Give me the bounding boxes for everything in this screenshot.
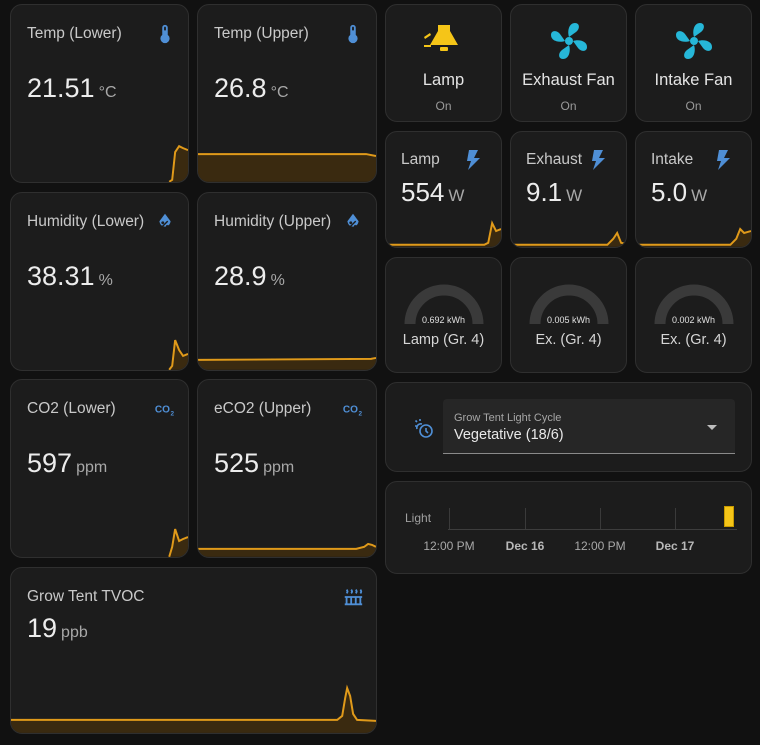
temp-lower-card[interactable]: Temp (Lower) 21.51 °C	[10, 4, 189, 183]
co2-lower-sparkline	[11, 528, 188, 557]
lamp-power-value: 554 W	[401, 177, 465, 207]
humidity-upper-name: Humidity (Upper)	[214, 213, 332, 230]
lamp-tile-state: On	[435, 99, 452, 113]
humidity-lower-card[interactable]: Humidity (Lower) 38.31%	[10, 192, 189, 371]
thermometer-icon	[348, 24, 358, 44]
intake-power-value: 5.0 W	[651, 177, 708, 207]
air-filter-icon	[344, 589, 363, 606]
intake-energy-gauge[interactable]: 0.002 kWh Ex. (Gr. 4)	[635, 257, 752, 373]
intake-fan-tile-name: Intake Fan	[654, 71, 733, 89]
temp-lower-value: 21.51 °C	[27, 73, 117, 103]
lamp-energy-gauge[interactable]: 0.692 kWh Lamp (Gr. 4)	[385, 257, 502, 373]
humidity-upper-sparkline	[198, 356, 376, 370]
water-percent-icon	[347, 213, 359, 228]
eco2-upper-name: eCO2 (Upper)	[214, 400, 312, 417]
svg-text:CO: CO	[155, 405, 170, 416]
co2-lower-name: CO2 (Lower)	[27, 400, 116, 417]
lamp-energy-value: 0.692 kWh	[421, 315, 466, 325]
intake-fan-tile[interactable]: Intake Fan On	[635, 4, 752, 122]
sun-clock-icon	[414, 419, 433, 438]
grid-line	[600, 508, 601, 530]
intake-energy-value: 0.002 kWh	[671, 315, 716, 325]
lamp-power-sparkline	[386, 220, 501, 247]
exhaust-fan-tile-name: Exhaust Fan	[522, 71, 615, 89]
history-baseline	[448, 529, 737, 530]
x-tick-label: 12:00 PM	[574, 539, 626, 553]
exhaust-power-sparkline	[511, 230, 626, 247]
exhaust-power-name: Exhaust	[526, 151, 583, 168]
temp-lower-name: Temp (Lower)	[27, 25, 122, 42]
exhaust-energy-name: Ex. (Gr. 4)	[535, 332, 602, 348]
svg-text:2: 2	[359, 410, 363, 417]
x-tick-label: Dec 16	[505, 539, 545, 553]
exhaust-power-card[interactable]: Exhaust 9.1 W	[510, 131, 627, 248]
light-history-card[interactable]: Light 12:00 PM Dec 16 12:00 PM Dec 17	[385, 481, 752, 574]
eco2-upper-value: 525 ppm	[214, 448, 295, 478]
eco2-upper-sparkline	[198, 542, 376, 557]
intake-energy-name: Ex. (Gr. 4)	[660, 332, 727, 348]
intake-power-card[interactable]: Intake 5.0 W	[635, 131, 752, 248]
temp-upper-sparkline	[198, 153, 376, 182]
flash-icon	[467, 150, 480, 170]
temp-upper-card[interactable]: Temp (Upper) 26.8 °C	[197, 4, 377, 183]
humidity-upper-value: 28.9%	[214, 261, 285, 291]
flash-icon	[717, 150, 730, 170]
humidity-lower-value: 38.31%	[27, 261, 113, 291]
exhaust-energy-gauge[interactable]: 0.005 kWh Ex. (Gr. 4)	[510, 257, 627, 373]
water-percent-icon	[159, 213, 171, 228]
temp-lower-sparkline	[11, 144, 188, 182]
temp-upper-value: 26.8 °C	[214, 73, 289, 103]
exhaust-energy-value: 0.005 kWh	[546, 315, 591, 325]
svg-text:CO: CO	[343, 405, 358, 416]
lamp-power-card[interactable]: Lamp 554 W	[385, 131, 502, 248]
temp-upper-name: Temp (Upper)	[214, 25, 309, 42]
thermometer-icon	[160, 24, 170, 44]
co2-lower-value: 597 ppm	[27, 448, 108, 478]
svg-text:2: 2	[171, 410, 175, 417]
co2-lower-card[interactable]: CO2 (Lower) CO 2 597 ppm	[10, 379, 189, 558]
fan-icon	[550, 23, 587, 59]
light-on-bar[interactable]	[724, 506, 734, 527]
co2-icon: CO 2	[343, 405, 363, 418]
exhaust-fan-tile[interactable]: Exhaust Fan On	[510, 4, 627, 122]
tvoc-name: Grow Tent TVOC	[27, 588, 145, 605]
grid-line	[449, 508, 450, 530]
lamp-tile-name: Lamp	[422, 71, 465, 89]
tvoc-value: 19 ppb	[27, 613, 88, 643]
light-cycle-select[interactable]: Grow Tent Light Cycle Vegetative (18/6)	[443, 399, 735, 454]
light-cycle-value: Vegetative (18/6)	[454, 427, 564, 443]
lamp-tile[interactable]: Lamp On	[385, 4, 502, 122]
light-cycle-card: Grow Tent Light Cycle Vegetative (18/6)	[385, 382, 752, 472]
humidity-upper-card[interactable]: Humidity (Upper) 28.9%	[197, 192, 377, 371]
tvoc-sparkline	[11, 684, 376, 733]
fan-icon	[675, 23, 712, 59]
flash-icon	[592, 150, 605, 170]
chevron-down-icon[interactable]	[707, 425, 717, 430]
grid-line	[675, 508, 676, 530]
intake-fan-tile-state: On	[685, 99, 702, 113]
history-entity-label: Light	[405, 511, 432, 525]
grid-line	[525, 508, 526, 530]
exhaust-fan-tile-state: On	[560, 99, 577, 113]
lamp-icon	[423, 25, 458, 51]
lamp-energy-name: Lamp (Gr. 4)	[402, 332, 485, 348]
x-tick-label: 12:00 PM	[423, 539, 475, 553]
light-cycle-label: Grow Tent Light Cycle	[454, 412, 562, 424]
co2-icon: CO 2	[155, 405, 175, 418]
eco2-upper-card[interactable]: eCO2 (Upper) CO 2 525 ppm	[197, 379, 377, 558]
humidity-lower-sparkline	[11, 339, 188, 370]
intake-power-name: Intake	[651, 151, 694, 168]
humidity-lower-name: Humidity (Lower)	[27, 213, 145, 230]
tvoc-card[interactable]: Grow Tent TVOC 19 ppb	[10, 567, 377, 734]
exhaust-power-value: 9.1 W	[526, 177, 583, 207]
intake-power-sparkline	[636, 227, 751, 247]
x-tick-label: Dec 17	[655, 539, 695, 553]
lamp-power-name: Lamp	[401, 151, 440, 168]
